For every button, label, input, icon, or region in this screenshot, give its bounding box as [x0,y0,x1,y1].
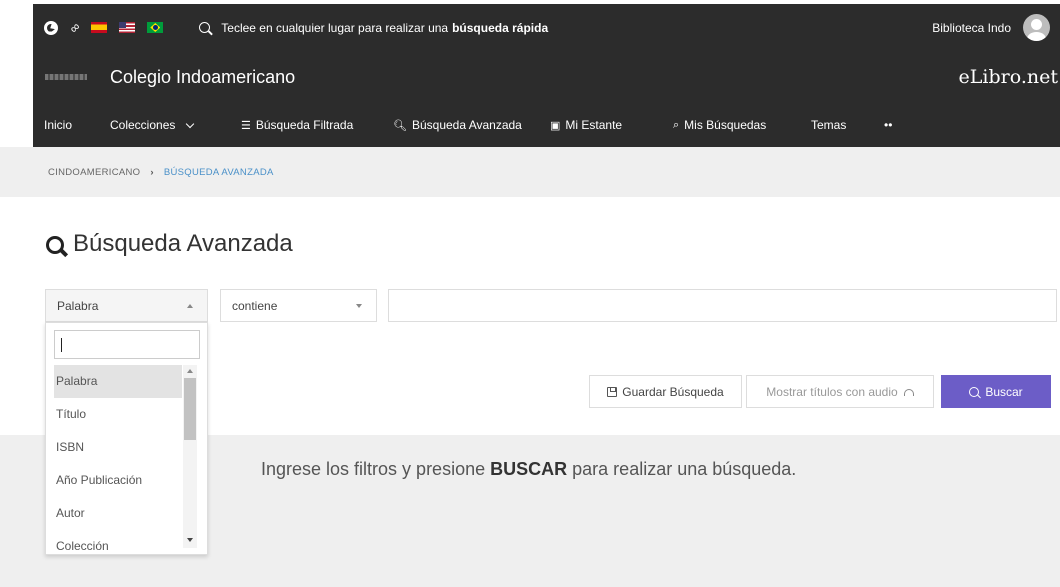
nav-item-label: Búsqueda Filtrada [255,118,354,132]
brand-bar: Colegio Indoamericano eLibro.net [33,51,1060,103]
operator-select[interactable]: contiene [220,289,377,322]
dropdown-option-autor[interactable]: Autor [54,497,182,530]
school-logo-icon [45,74,87,80]
more-icon: •• [884,118,893,132]
nav-item-inicio[interactable]: Inicio [44,103,72,147]
top-bar: ∞ Teclee en cualquier lugar para realiza… [33,4,1060,51]
nav-item-label: Temas [811,118,847,132]
usa-flag-icon[interactable] [119,22,136,33]
search-icon [969,386,980,397]
user-menu[interactable]: Biblioteca Indo [932,14,1050,41]
breadcrumb-root[interactable]: CINDOAMERICANO [48,167,140,178]
nav-item-label: Inicio [44,118,73,132]
search-term-input[interactable] [388,289,1057,322]
search-button[interactable]: Buscar [941,375,1051,408]
brazil-flag-icon[interactable] [147,22,164,33]
field-dropdown: Palabra Título ISBN Año Publicación Auto… [45,322,208,555]
audio-titles-label: Mostrar títulos con audio [766,384,898,399]
nav-item-label: Colecciones [110,118,176,132]
message-prefix: Ingrese los filtros y presione [261,459,486,479]
caret-up-icon [187,304,193,308]
link-icon[interactable]: ∞ [66,19,83,36]
nav-item-temas[interactable]: Temas [811,103,846,147]
quick-search-bold: búsqueda rápida [452,20,549,35]
nav-item-label: Búsqueda Avanzada [411,118,522,132]
search-icon: 🔍︎ [393,119,407,132]
nav-item-mi-estante[interactable]: ▣ Mi Estante [550,103,622,147]
search-icon [46,235,64,254]
breadcrumb: CINDOAMERICANO › BÚSQUEDA AVANZADA [0,147,1060,197]
page-title: Búsqueda Avanzada [46,230,293,258]
breadcrumb-current[interactable]: BÚSQUEDA AVANZADA [164,167,274,178]
dropdown-options: Palabra Título ISBN Año Publicación Auto… [54,365,182,550]
message-suffix: para realizar una búsqueda. [572,459,797,479]
globe-icon[interactable] [44,20,58,35]
top-bar-icons: ∞ [44,19,164,36]
dropdown-option-palabra[interactable]: Palabra [54,365,182,398]
shelf-icon: ▣ [550,119,561,132]
search-icon [199,22,211,33]
dropdown-option-titulo[interactable]: Título [54,398,182,431]
scroll-thumb[interactable] [184,378,196,440]
dropdown-search-input[interactable] [54,330,200,359]
search-button-label: Buscar [985,384,1023,399]
operator-select-value: contiene [232,298,278,313]
audio-titles-button[interactable]: Mostrar títulos con audio [746,375,934,408]
elibro-logo[interactable]: eLibro.net [959,66,1058,88]
school-name: Colegio Indoamericano [110,66,296,87]
filter-icon: ☰ [241,119,251,132]
breadcrumb-separator-icon: › [150,166,154,178]
save-search-label: Guardar Búsqueda [622,384,724,399]
quick-search-text: Teclee en cualquier lugar para realizar … [221,20,449,35]
save-search-button[interactable]: Guardar Búsqueda [589,375,742,408]
nav-item-busqueda-avanzada[interactable]: 🔍︎ Búsqueda Avanzada [393,103,522,147]
dropdown-option-isbn[interactable]: ISBN [54,431,182,464]
nav-item-busqueda-filtrada[interactable]: ☰ Búsqueda Filtrada [241,103,353,147]
nav-item-label: Mi Estante [565,118,623,132]
caret-down-icon [356,304,362,308]
main-nav: Inicio Colecciones ☰ Búsqueda Filtrada 🔍… [33,103,1060,147]
avatar[interactable] [1023,14,1050,41]
scroll-down-icon[interactable] [187,538,193,542]
dropdown-scrollbar[interactable] [183,365,197,548]
nav-item-more[interactable]: •• [884,103,892,147]
dropdown-option-anio[interactable]: Año Publicación [54,464,182,497]
quick-search-hint[interactable]: Teclee en cualquier lugar para realizar … [199,21,548,35]
dropdown-option-coleccion[interactable]: Colección [54,530,182,550]
nav-item-label: Mis Búsquedas [684,118,767,132]
field-select[interactable]: Palabra [45,289,208,322]
page-title-text: Búsqueda Avanzada [73,230,293,257]
search-outline-icon: ⌕ [673,118,680,131]
empty-results-message: Ingrese los filtros y presione BUSCAR pa… [261,459,796,480]
nav-item-mis-busquedas[interactable]: ⌕ Mis Búsquedas [673,103,766,147]
headphones-icon [903,389,914,396]
user-name: Biblioteca Indo [932,20,1011,35]
text-cursor [61,338,62,352]
nav-item-colecciones[interactable]: Colecciones [110,103,195,147]
field-select-value: Palabra [57,298,99,313]
spain-flag-icon[interactable] [91,22,108,33]
save-icon [607,386,618,397]
scroll-up-icon[interactable] [187,369,193,373]
chevron-down-icon [186,119,195,128]
message-bold: BUSCAR [490,459,568,479]
